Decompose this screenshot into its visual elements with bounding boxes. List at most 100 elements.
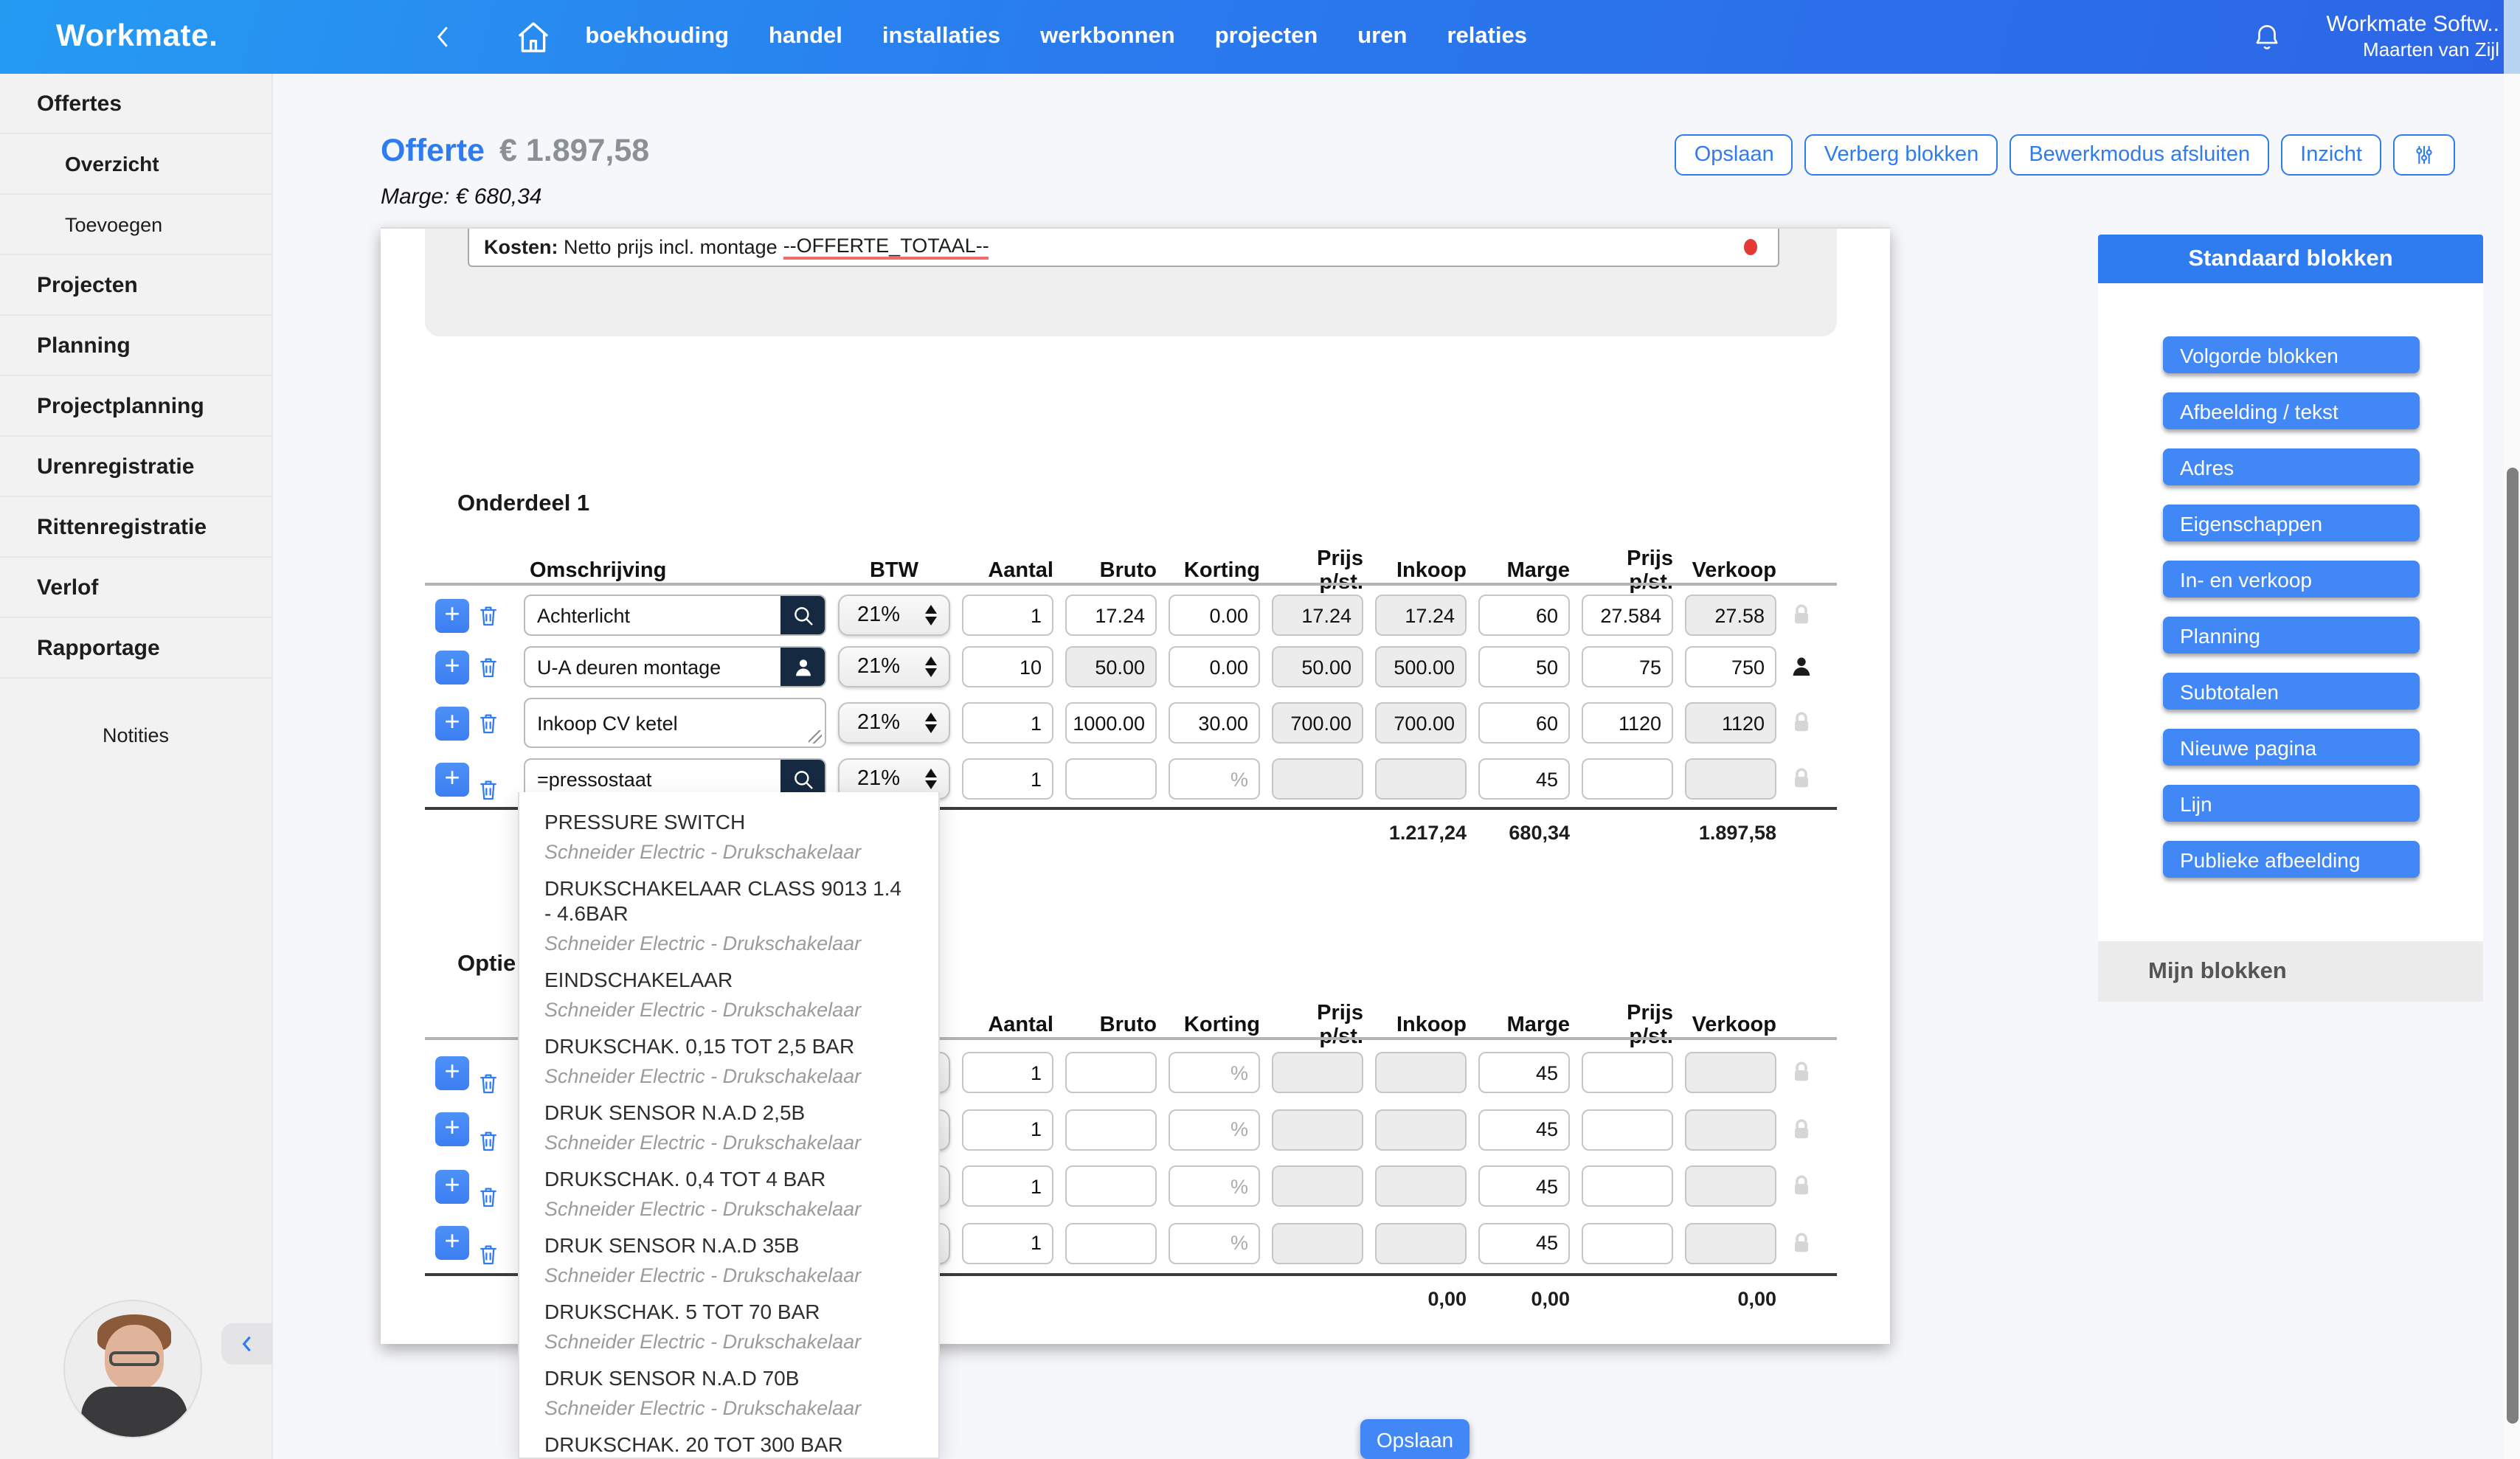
aantal-input[interactable]: 1 xyxy=(962,1222,1053,1264)
textarea-resize-grip[interactable] xyxy=(809,730,822,744)
aantal-input[interactable]: 1 xyxy=(962,1109,1053,1150)
btw-select[interactable]: 21% xyxy=(838,646,950,687)
bruto-input[interactable] xyxy=(1065,758,1157,800)
prijs-pst-verkoop-input[interactable] xyxy=(1582,1165,1673,1207)
dropdown-product-item[interactable]: DRUKSCHAKELAAR CLASS 9013 1.4 - 4.6BAR S… xyxy=(544,876,913,954)
dropdown-product-item[interactable]: EINDSCHAKELAAR Schneider Electric - Druk… xyxy=(544,968,913,1021)
dropdown-product-item[interactable]: DRUKSCHAK. 5 TOT 70 BAR Schneider Electr… xyxy=(544,1300,913,1353)
inkoop-field[interactable]: 500.00 xyxy=(1375,646,1467,687)
sidebar-item-verlof[interactable]: Verlof xyxy=(0,558,271,618)
nav-item-projecten[interactable]: projecten xyxy=(1215,24,1318,50)
block-button-planning[interactable]: Planning xyxy=(2162,617,2419,654)
delete-row-icon[interactable] xyxy=(477,1071,500,1096)
nav-item-boekhouding[interactable]: boekhouding xyxy=(585,24,729,50)
dropdown-product-item[interactable]: DRUKSCHAK. 20 TOT 300 BAR Schneider Elec… xyxy=(544,1432,913,1459)
marge-input[interactable]: 45 xyxy=(1478,758,1570,800)
korting-input[interactable]: % xyxy=(1169,1222,1260,1264)
nav-item-installaties[interactable]: installaties xyxy=(882,24,1000,50)
block-button-publieke-afbeelding[interactable]: Publieke afbeelding xyxy=(2162,841,2419,878)
sidebar-item-planning[interactable]: Planning xyxy=(0,316,271,376)
prijs-pst-inkoop-field[interactable]: 17.24 xyxy=(1272,595,1363,636)
korting-input[interactable]: % xyxy=(1169,1109,1260,1150)
add-row-button[interactable]: + xyxy=(435,598,469,632)
nav-item-relaties[interactable]: relaties xyxy=(1447,24,1527,50)
kosten-input[interactable]: Kosten: Netto prijs incl. montage --OFFE… xyxy=(468,229,1779,267)
aantal-input[interactable]: 10 xyxy=(962,646,1053,687)
aantal-input[interactable]: 1 xyxy=(962,758,1053,800)
btw-select[interactable]: 21% xyxy=(838,702,950,744)
search-product-button[interactable] xyxy=(780,596,825,634)
description-input[interactable]: Achterlicht xyxy=(524,595,826,636)
home-icon[interactable] xyxy=(513,17,553,57)
dropdown-product-item[interactable]: DRUKSCHAK. 0,15 TOT 2,5 BAR Schneider El… xyxy=(544,1034,913,1087)
marge-input[interactable]: 45 xyxy=(1478,1222,1570,1264)
bruto-input[interactable] xyxy=(1065,1165,1157,1207)
block-button-afbeelding-tekst[interactable]: Afbeelding / tekst xyxy=(2162,392,2419,429)
prijs-pst-inkoop-field[interactable] xyxy=(1272,1165,1363,1207)
prijs-pst-verkoop-input[interactable]: 1120 xyxy=(1582,702,1673,744)
my-blocks-section[interactable]: Mijn blokken xyxy=(2098,941,2483,1002)
prijs-pst-verkoop-input[interactable] xyxy=(1582,758,1673,800)
save-button-bottom[interactable]: Opslaan xyxy=(1360,1419,1470,1459)
hide-blocks-button[interactable]: Verberg blokken xyxy=(1805,134,1998,176)
delete-row-icon[interactable] xyxy=(477,603,500,628)
marge-input[interactable]: 45 xyxy=(1478,1052,1570,1093)
delete-row-icon[interactable] xyxy=(477,654,500,679)
bruto-input[interactable] xyxy=(1065,1109,1157,1150)
inkoop-field[interactable] xyxy=(1375,1109,1467,1150)
prijs-pst-inkoop-field[interactable] xyxy=(1272,1052,1363,1093)
marge-input[interactable]: 60 xyxy=(1478,595,1570,636)
add-row-button[interactable]: + xyxy=(435,1169,469,1203)
bruto-input[interactable] xyxy=(1065,1222,1157,1264)
inkoop-field[interactable] xyxy=(1375,758,1467,800)
add-row-button[interactable]: + xyxy=(435,1226,469,1260)
dropdown-product-item[interactable]: DRUK SENSOR N.A.D 70B Schneider Electric… xyxy=(544,1366,913,1419)
verkoop-field[interactable] xyxy=(1685,1109,1776,1150)
marge-input[interactable]: 50 xyxy=(1478,646,1570,687)
delete-row-icon[interactable] xyxy=(477,710,500,735)
sidebar-item-toevoegen[interactable]: Toevoegen xyxy=(0,195,271,255)
sidebar-item-offertes[interactable]: Offertes xyxy=(0,74,271,134)
page-scrollbar[interactable] xyxy=(2504,0,2520,1459)
sidebar-item-overzicht[interactable]: Overzicht xyxy=(0,134,271,195)
exit-editmode-button[interactable]: Bewerkmodus afsluiten xyxy=(2010,134,2269,176)
add-row-button[interactable]: + xyxy=(435,1112,469,1146)
verkoop-field[interactable] xyxy=(1685,758,1776,800)
prijs-pst-inkoop-field[interactable]: 700.00 xyxy=(1272,702,1363,744)
block-button-nieuwe-pagina[interactable]: Nieuwe pagina xyxy=(2162,729,2419,766)
inkoop-field[interactable]: 700.00 xyxy=(1375,702,1467,744)
dropdown-product-item[interactable]: PRESSURE SWITCH Schneider Electric - Dru… xyxy=(544,810,913,863)
add-row-button[interactable]: + xyxy=(435,762,469,796)
verkoop-field[interactable] xyxy=(1685,1052,1776,1093)
nav-item-uren[interactable]: uren xyxy=(1357,24,1407,50)
prijs-pst-verkoop-input[interactable] xyxy=(1582,1222,1673,1264)
dropdown-product-item[interactable]: DRUKSCHAK. 0,4 TOT 4 BAR Schneider Elect… xyxy=(544,1167,913,1220)
prijs-pst-inkoop-field[interactable] xyxy=(1272,1222,1363,1264)
aantal-input[interactable]: 1 xyxy=(962,595,1053,636)
prijs-pst-verkoop-input[interactable]: 27.584 xyxy=(1582,595,1673,636)
marge-input[interactable]: 60 xyxy=(1478,702,1570,744)
brand-logo[interactable]: Workmate. xyxy=(56,19,218,55)
block-button-subtotalen[interactable]: Subtotalen xyxy=(2162,673,2419,710)
korting-input[interactable]: 0.00 xyxy=(1169,646,1260,687)
user-menu[interactable]: Workmate Softw.. Maarten van Zijl xyxy=(2326,11,2499,63)
inkoop-field[interactable]: 17.24 xyxy=(1375,595,1467,636)
bruto-input[interactable]: 1000.00 xyxy=(1065,702,1157,744)
bruto-input[interactable] xyxy=(1065,1052,1157,1093)
sidebar-item-notities[interactable]: Notities xyxy=(0,705,271,766)
add-row-button[interactable]: + xyxy=(435,706,469,740)
block-button-volgorde-blokken[interactable]: Volgorde blokken xyxy=(2162,336,2419,373)
prijs-pst-inkoop-field[interactable]: 50.00 xyxy=(1272,646,1363,687)
nav-item-handel[interactable]: handel xyxy=(769,24,842,50)
sidebar-item-projecten[interactable]: Projecten xyxy=(0,255,271,316)
korting-input[interactable]: % xyxy=(1169,1165,1260,1207)
block-button-in-en-verkoop[interactable]: In- en verkoop xyxy=(2162,561,2419,597)
inkoop-field[interactable] xyxy=(1375,1052,1467,1093)
dropdown-product-item[interactable]: DRUK SENSOR N.A.D 35B Schneider Electric… xyxy=(544,1233,913,1286)
dropdown-product-item[interactable]: DRUK SENSOR N.A.D 2,5B Schneider Electri… xyxy=(544,1101,913,1154)
search-product-button[interactable] xyxy=(780,648,825,686)
korting-input[interactable]: % xyxy=(1169,1052,1260,1093)
settings-sliders-button[interactable] xyxy=(2393,134,2455,176)
sidebar-item-projectplanning[interactable]: Projectplanning xyxy=(0,376,271,437)
marge-input[interactable]: 45 xyxy=(1478,1165,1570,1207)
